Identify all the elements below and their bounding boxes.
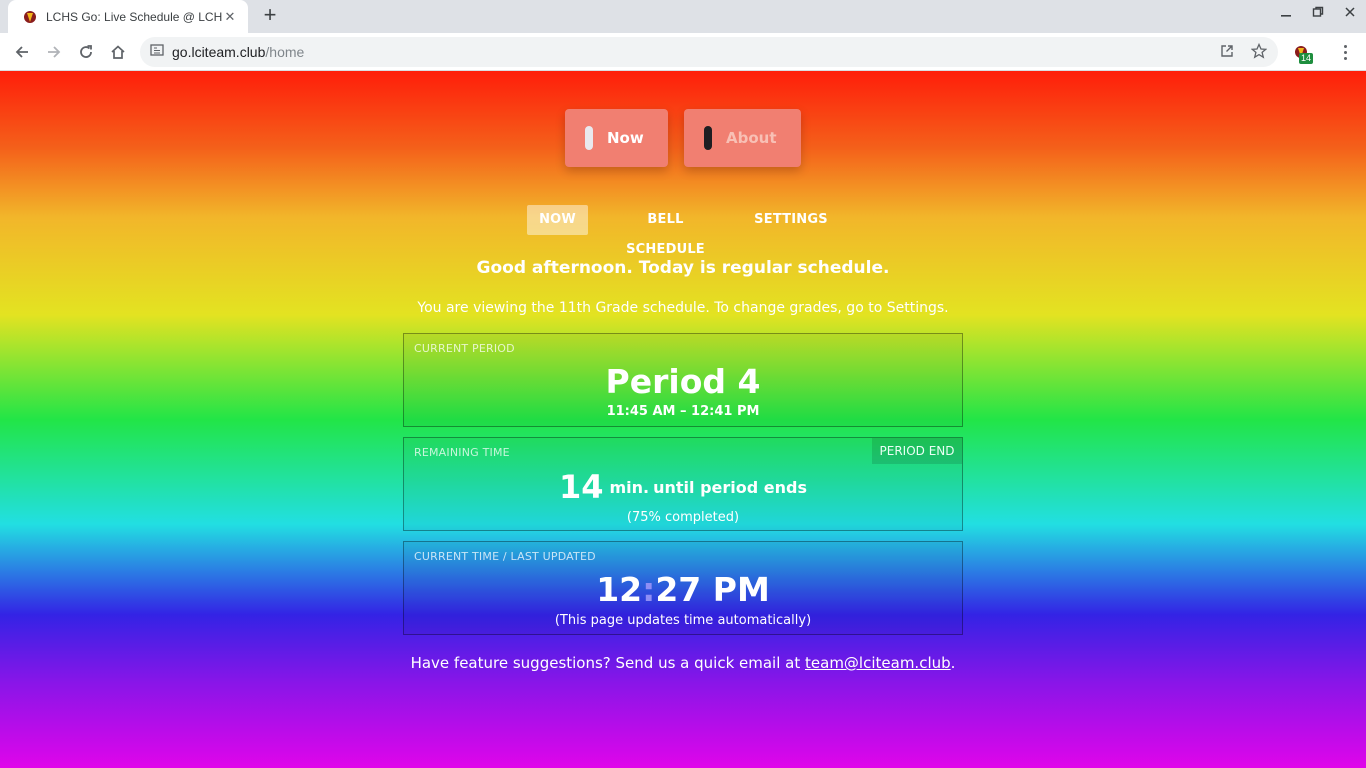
page-content: Now About NOW BELL SCHEDULE SETTINGS Goo… — [0, 71, 1366, 768]
extension-badge: 14 — [1299, 53, 1313, 64]
current-period-label: CURRENT PERIOD — [414, 342, 515, 355]
about-indicator-icon — [704, 126, 712, 150]
tab-close-icon[interactable]: ✕ — [222, 9, 238, 25]
remaining-time-card: REMAINING TIME PERIOD END 14 min. until pe… — [403, 437, 963, 531]
browser-tabstrip: LCHS Go: Live Schedule @ LCHS ✕ + — [0, 0, 1366, 33]
about-button-label: About — [726, 129, 777, 147]
browser-tab[interactable]: LCHS Go: Live Schedule @ LCHS ✕ — [8, 0, 248, 33]
bookmark-star-icon[interactable] — [1248, 40, 1270, 62]
now-button-label: Now — [607, 129, 644, 147]
remaining-text: until period ends — [653, 477, 808, 497]
greeting-heading: Good afternoon. Today is regular schedul… — [476, 258, 890, 278]
reload-icon[interactable] — [74, 40, 98, 64]
current-period-card: CURRENT PERIOD Period 4 11:45 AM – 12:41… — [403, 333, 963, 427]
sub-navigation: NOW BELL SCHEDULE SETTINGS — [0, 205, 1366, 257]
home-icon[interactable] — [106, 40, 130, 64]
auto-update-note: (This page updates time automatically) — [554, 613, 812, 628]
period-name: Period 4 — [605, 362, 761, 401]
browser-menu-icon[interactable] — [1334, 40, 1356, 64]
clock-minutes: 27 PM — [655, 570, 770, 609]
footer-text: Have feature suggestions? Send us a quic… — [410, 654, 806, 672]
tab-settings[interactable]: SETTINGS — [751, 205, 831, 235]
clock-display: 12:27 PM — [404, 570, 962, 609]
remaining-unit: min. — [609, 477, 650, 497]
new-tab-icon[interactable]: + — [258, 4, 282, 28]
clock-colon: : — [642, 570, 656, 609]
address-bar[interactable]: go.lciteam.club/home — [140, 37, 1278, 67]
browser-toolbar: go.lciteam.club/home — [0, 33, 1366, 71]
current-time-label: CURRENT TIME / LAST UPDATED — [414, 550, 596, 563]
back-icon[interactable] — [10, 40, 34, 64]
now-button[interactable]: Now — [565, 109, 668, 167]
period-time-range: 11:45 AM – 12:41 PM — [606, 404, 760, 419]
tab-title: LCHS Go: Live Schedule @ LCHS — [46, 9, 222, 24]
remaining-minutes: 14 — [558, 468, 604, 506]
open-external-icon[interactable] — [1216, 40, 1238, 62]
current-time-card: CURRENT TIME / LAST UPDATED 12:27 PM (Th… — [403, 541, 963, 635]
email-link[interactable]: team@lciteam.club — [805, 654, 951, 672]
remaining-time-label: REMAINING TIME — [414, 446, 510, 459]
now-indicator-icon — [585, 126, 593, 150]
footer-end: . — [950, 654, 956, 672]
url-host: go.lciteam.club — [172, 44, 266, 60]
feedback-footer: Have feature suggestions? Send us a quic… — [0, 654, 1366, 672]
about-button[interactable]: About — [684, 109, 801, 167]
tab-now[interactable]: NOW — [527, 205, 588, 235]
percent-completed: (75% completed) — [626, 510, 740, 525]
site-favicon-icon — [22, 9, 38, 25]
site-info-icon[interactable] — [150, 43, 164, 62]
forward-icon[interactable] — [42, 40, 66, 64]
close-window-icon[interactable] — [1338, 6, 1362, 26]
grade-notice: You are viewing the 11th Grade schedule.… — [417, 300, 949, 316]
url-path: /home — [265, 44, 305, 60]
clock-hours: 12 — [596, 570, 643, 609]
restore-icon[interactable] — [1306, 6, 1330, 26]
minimize-icon[interactable] — [1274, 6, 1298, 26]
tab-bell-schedule[interactable]: BELL SCHEDULE — [607, 205, 724, 257]
period-end-badge[interactable]: PERIOD END — [872, 438, 962, 464]
